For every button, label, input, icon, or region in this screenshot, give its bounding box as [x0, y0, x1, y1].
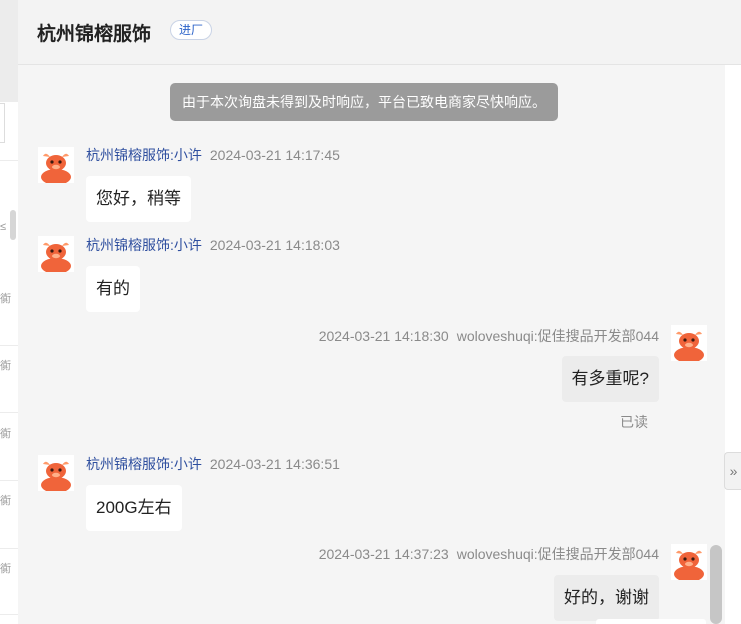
sidebar-search-box[interactable]	[0, 103, 5, 143]
message-bubble: 有的	[86, 266, 140, 312]
sidebar-item-glyph[interactable]: 衠	[0, 425, 11, 441]
sender-name[interactable]: 杭州锦榕服饰:小许	[86, 456, 202, 472]
sidebar-scrollbar[interactable]	[10, 210, 16, 240]
sidebar-divider	[0, 412, 18, 413]
chat-title: 杭州锦榕服饰	[37, 24, 152, 45]
sidebar-divider	[0, 160, 18, 161]
avatar-icon[interactable]	[671, 325, 707, 361]
message-meta: 杭州锦榕服饰:小许 2024-03-21 14:36:51	[86, 454, 340, 474]
message-meta: 2024-03-21 14:37:23 woloveshuqi:促佳搜品开发部04…	[319, 544, 659, 564]
status-badge[interactable]: 进厂	[170, 20, 213, 40]
sidebar-item-glyph[interactable]: 衠	[0, 357, 11, 373]
avatar-icon[interactable]	[38, 236, 74, 272]
sidebar-divider	[0, 548, 18, 549]
sidebar-item-glyph[interactable]: 衠	[0, 492, 11, 508]
read-status: 已读	[620, 414, 648, 430]
sidebar-divider	[0, 345, 18, 346]
input-area-edge	[596, 619, 706, 624]
expand-panel-button[interactable]: »	[724, 452, 741, 490]
message-list[interactable]: 由于本次询盘未得到及时响应，平台已致电商家尽快响应。 杭州锦榕服饰:小许 2024…	[18, 65, 725, 624]
message-time: 2024-03-21 14:37:23	[318, 546, 449, 562]
message-bubble: 好的，谢谢	[554, 575, 659, 621]
sidebar-item-glyph[interactable]: 衠	[0, 560, 11, 576]
sidebar-item-glyph: ≤	[0, 221, 7, 233]
message-bubble: 您好，稍等	[86, 176, 191, 222]
avatar-icon[interactable]	[671, 544, 707, 580]
sender-name: woloveshuqi:促佳搜品开发部044	[456, 328, 659, 344]
chat-scrollbar[interactable]	[710, 545, 722, 624]
sender-name[interactable]: 杭州锦榕服饰:小许	[86, 147, 202, 163]
message-bubble: 有多重呢?	[561, 356, 659, 402]
message-time: 2024-03-21 14:18:30	[318, 328, 449, 344]
chat-header: 杭州锦榕服饰 进厂	[18, 0, 741, 65]
sender-name[interactable]: 杭州锦榕服饰:小许	[86, 237, 202, 253]
sidebar-edge: ≤ 衠 衠 衠 衠 衠	[0, 0, 18, 624]
sidebar-divider	[0, 614, 18, 615]
message-time: 2024-03-21 14:36:51	[209, 456, 340, 472]
sidebar-divider	[0, 480, 18, 481]
system-notice: 由于本次询盘未得到及时响应，平台已致电商家尽快响应。	[170, 83, 558, 121]
message-meta: 杭州锦榕服饰:小许 2024-03-21 14:17:45	[86, 145, 340, 165]
message-meta: 2024-03-21 14:18:30 woloveshuqi:促佳搜品开发部04…	[319, 326, 659, 346]
avatar-icon[interactable]	[38, 455, 74, 491]
message-time: 2024-03-21 14:18:03	[209, 237, 340, 253]
sender-name: woloveshuqi:促佳搜品开发部044	[456, 546, 659, 562]
avatar-icon[interactable]	[38, 147, 74, 183]
message-bubble: 200G左右	[86, 485, 182, 531]
right-panel-edge	[725, 65, 741, 624]
message-time: 2024-03-21 14:17:45	[209, 147, 340, 163]
sidebar-search-area	[0, 0, 18, 102]
sidebar-item-glyph[interactable]: 衠	[0, 290, 11, 306]
message-meta: 杭州锦榕服饰:小许 2024-03-21 14:18:03	[86, 235, 340, 255]
